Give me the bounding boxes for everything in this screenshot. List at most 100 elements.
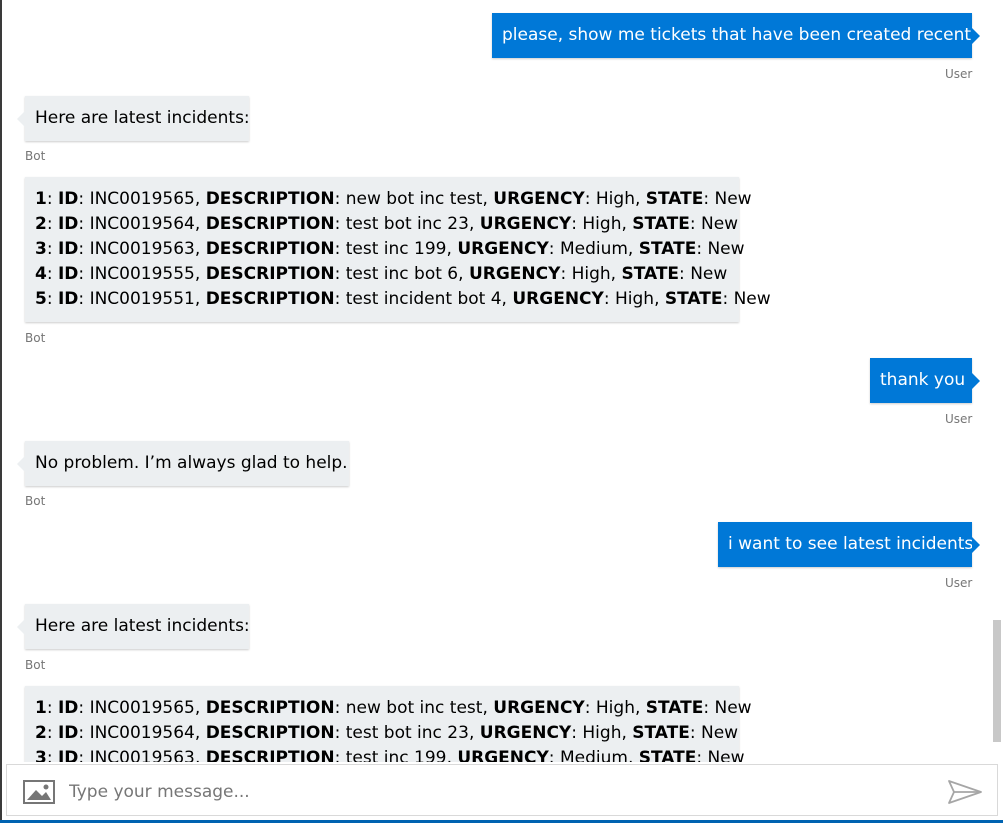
chat-scrollbar[interactable]	[993, 620, 1001, 742]
incident-urgency: Medium	[559, 748, 628, 762]
description-label: DESCRIPTION	[205, 189, 335, 209]
description-label: DESCRIPTION	[205, 698, 335, 718]
urgency-label: URGENCY	[479, 214, 572, 234]
id-label: ID	[57, 214, 79, 234]
urgency-label: URGENCY	[468, 264, 561, 284]
sender-label: User	[945, 576, 973, 590]
description-label: DESCRIPTION	[205, 264, 335, 284]
row-number: 2	[35, 723, 47, 743]
id-label: ID	[57, 289, 79, 309]
row-number: 3	[35, 748, 47, 762]
urgency-label: URGENCY	[493, 189, 585, 209]
urgency-label: URGENCY	[457, 748, 549, 762]
incident-id: INC0019565	[89, 698, 195, 718]
urgency-label: URGENCY	[512, 289, 604, 309]
incident-urgency: High	[614, 289, 655, 309]
incident-urgency: Medium	[559, 239, 628, 259]
incident-description: test bot inc 23	[345, 214, 469, 234]
id-label: ID	[57, 264, 79, 284]
incident-id: INC0019551	[89, 289, 195, 309]
id-label: ID	[57, 748, 79, 762]
message-text: thank you	[880, 370, 966, 390]
incident-list: 1: ID: INC0019565, DESCRIPTION: new bot …	[25, 686, 752, 762]
sender-label: Bot	[25, 658, 46, 672]
image-icon[interactable]	[23, 780, 55, 804]
description-label: DESCRIPTION	[205, 214, 335, 234]
user-message-bubble: thank you	[870, 358, 980, 403]
incident-description: test bot inc 23	[345, 723, 469, 743]
state-label: STATE	[664, 289, 723, 309]
row-number: 2	[35, 214, 47, 234]
id-label: ID	[57, 698, 79, 718]
row-number: 1	[35, 189, 47, 209]
incident-state: New	[707, 239, 745, 259]
urgency-label: URGENCY	[479, 723, 572, 743]
incident-list-bubble: 1: ID: INC0019565, DESCRIPTION: new bot …	[25, 177, 771, 322]
message-text: Here are latest incidents:	[35, 108, 250, 128]
row-number: 3	[35, 239, 47, 259]
row-number: 1	[35, 698, 47, 718]
incident-id: INC0019564	[89, 214, 195, 234]
row-number: 5	[35, 289, 47, 309]
send-icon[interactable]	[947, 779, 983, 805]
state-label: STATE	[632, 723, 690, 743]
message-input[interactable]	[67, 777, 931, 807]
message-text: No problem. I’m always glad to help.	[35, 453, 348, 473]
incident-state: New	[714, 698, 752, 718]
incident-row: 2: ID: INC0019564, DESCRIPTION: test bot…	[35, 723, 739, 743]
incident-id: INC0019555	[89, 264, 195, 284]
id-label: ID	[57, 189, 79, 209]
state-label: STATE	[632, 214, 690, 234]
bot-message-bubble: Here are latest incidents:	[17, 604, 250, 649]
incident-urgency: High	[595, 698, 635, 718]
incident-description: test inc bot 6	[345, 264, 459, 284]
state-label: STATE	[645, 698, 704, 718]
incident-state: New	[733, 289, 771, 309]
incident-row: 3: ID: INC0019563, DESCRIPTION: test inc…	[35, 746, 745, 762]
incident-row: 1: ID: INC0019565, DESCRIPTION: new bot …	[35, 698, 752, 718]
incident-urgency: High	[595, 189, 635, 209]
sender-label: User	[945, 412, 973, 426]
state-label: STATE	[621, 264, 680, 284]
state-label: STATE	[645, 189, 704, 209]
urgency-label: URGENCY	[493, 698, 585, 718]
incident-row: 1: ID: INC0019565, DESCRIPTION: new bot …	[35, 189, 752, 209]
incident-urgency: High	[582, 723, 622, 743]
description-label: DESCRIPTION	[205, 748, 335, 762]
incident-urgency: High	[571, 264, 611, 284]
incident-description: new bot inc test	[345, 698, 483, 718]
incident-row: 2: ID: INC0019564, DESCRIPTION: test bot…	[35, 214, 739, 234]
message-text: Here are latest incidents:	[35, 616, 250, 636]
incident-description: test inc 199	[345, 239, 447, 259]
sender-label: Bot	[25, 149, 46, 163]
incident-state: New	[701, 214, 739, 234]
incident-description: test inc 199	[345, 748, 447, 762]
state-label: STATE	[638, 239, 697, 259]
row-number: 4	[35, 264, 47, 284]
message-composer	[6, 764, 998, 816]
state-label: STATE	[638, 748, 697, 762]
description-label: DESCRIPTION	[205, 289, 335, 309]
incident-row: 5: ID: INC0019551, DESCRIPTION: test inc…	[35, 289, 771, 309]
incident-id: INC0019565	[89, 189, 195, 209]
incident-list-bubble: 1: ID: INC0019565, DESCRIPTION: new bot …	[25, 686, 752, 762]
incident-id: INC0019564	[89, 723, 195, 743]
id-label: ID	[57, 239, 79, 259]
user-message-bubble: i want to see latest incidents	[718, 522, 980, 567]
sender-label: Bot	[25, 331, 46, 345]
bot-message-bubble: Here are latest incidents:	[17, 96, 250, 141]
incident-row: 3: ID: INC0019563, DESCRIPTION: test inc…	[35, 239, 745, 259]
chat-history[interactable]: please, show me tickets that have been c…	[2, 0, 1001, 762]
incident-state: New	[707, 748, 745, 762]
incident-list: 1: ID: INC0019565, DESCRIPTION: new bot …	[25, 177, 771, 320]
sender-label: Bot	[25, 494, 46, 508]
message-text: i want to see latest incidents	[728, 534, 974, 554]
incident-state: New	[701, 723, 739, 743]
incident-state: New	[714, 189, 752, 209]
message-text: please, show me tickets that have been c…	[502, 25, 986, 45]
incident-row: 4: ID: INC0019555, DESCRIPTION: test inc…	[35, 264, 728, 284]
incident-description: test incident bot 4	[345, 289, 502, 309]
description-label: DESCRIPTION	[205, 723, 335, 743]
description-label: DESCRIPTION	[205, 239, 335, 259]
user-message-bubble: please, show me tickets that have been c…	[492, 13, 986, 58]
